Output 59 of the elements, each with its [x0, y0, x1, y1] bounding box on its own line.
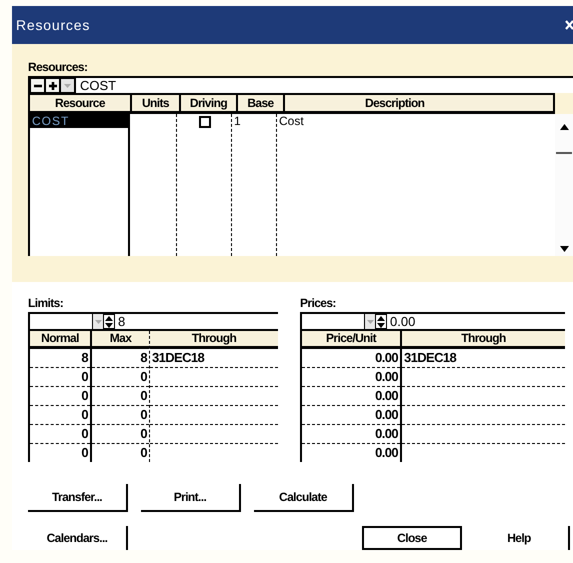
window-title: Resources	[16, 17, 90, 33]
table-cell: 31DEC18	[402, 349, 565, 368]
table-cell: 0	[92, 406, 149, 425]
button[interactable]: Transfer...	[28, 484, 128, 512]
section-label: Prices:	[300, 296, 337, 310]
caret-icon	[94, 320, 102, 324]
section-label: Resources:	[28, 60, 88, 74]
column-header[interactable]: Through	[402, 331, 565, 349]
dropdown-button[interactable]	[60, 78, 75, 93]
up-down-arrows-icon	[104, 314, 114, 328]
table-cell: 8	[92, 349, 149, 368]
column-header[interactable]: Units	[132, 95, 181, 111]
table-cell-text: 0.00	[374, 444, 399, 462]
table-cell: 31DEC18	[150, 349, 278, 368]
button[interactable]: Close	[362, 526, 462, 550]
table-cell-text: 1	[233, 114, 242, 128]
table-cell[interactable]: COST	[30, 114, 128, 128]
input-field[interactable]: 0.00	[387, 314, 416, 329]
column-header[interactable]: Through	[150, 331, 278, 349]
checkbox[interactable]	[199, 116, 211, 128]
up-down-arrows-icon	[376, 314, 386, 328]
table-cell-text: 0	[80, 444, 89, 462]
column-header[interactable]: Driving	[181, 95, 238, 111]
scrollbar[interactable]	[555, 114, 573, 256]
down-arrow-icon[interactable]	[560, 246, 568, 252]
add-button[interactable]	[45, 78, 60, 93]
button[interactable]: Print...	[141, 484, 241, 512]
column-header[interactable]: Price/Unit	[302, 331, 400, 349]
table-cell: 8	[30, 349, 90, 368]
remove-button[interactable]	[30, 78, 45, 93]
table-cell: 0.00	[302, 406, 400, 425]
table-cell: 0.00	[302, 368, 400, 387]
table-cell: 0	[30, 406, 90, 425]
table-cell: 0.00	[302, 349, 400, 368]
plus-icon	[48, 80, 58, 90]
spinner-button[interactable]	[375, 314, 387, 329]
table-cell: 0	[30, 368, 90, 387]
table-cell: 0	[92, 387, 149, 406]
table-cell-text: Cost	[278, 114, 305, 128]
caret-icon	[366, 320, 374, 324]
section-label: Limits:	[28, 296, 64, 310]
close-icon[interactable]	[565, 19, 573, 31]
table-cell: 0	[30, 425, 90, 444]
table-cell: 0	[92, 425, 149, 444]
column-header[interactable]: Resource	[30, 95, 132, 111]
column-header[interactable]: Description	[285, 95, 555, 111]
column-header[interactable]: Max	[92, 331, 149, 349]
spinner-button[interactable]	[103, 314, 115, 329]
table-cell: 0.00	[302, 425, 400, 444]
input-field[interactable]: 8	[115, 314, 126, 329]
column-header[interactable]: Base	[238, 95, 285, 111]
button[interactable]: Calculate	[254, 484, 354, 512]
table-cell-text: 0	[139, 444, 148, 462]
up-arrow-icon[interactable]	[560, 124, 568, 130]
column-header[interactable]: Normal	[30, 331, 90, 349]
table-cell: 0	[92, 368, 149, 387]
table-cell: 0.00	[302, 387, 400, 406]
table-cell: 0	[30, 387, 90, 406]
caret-icon	[64, 84, 71, 88]
